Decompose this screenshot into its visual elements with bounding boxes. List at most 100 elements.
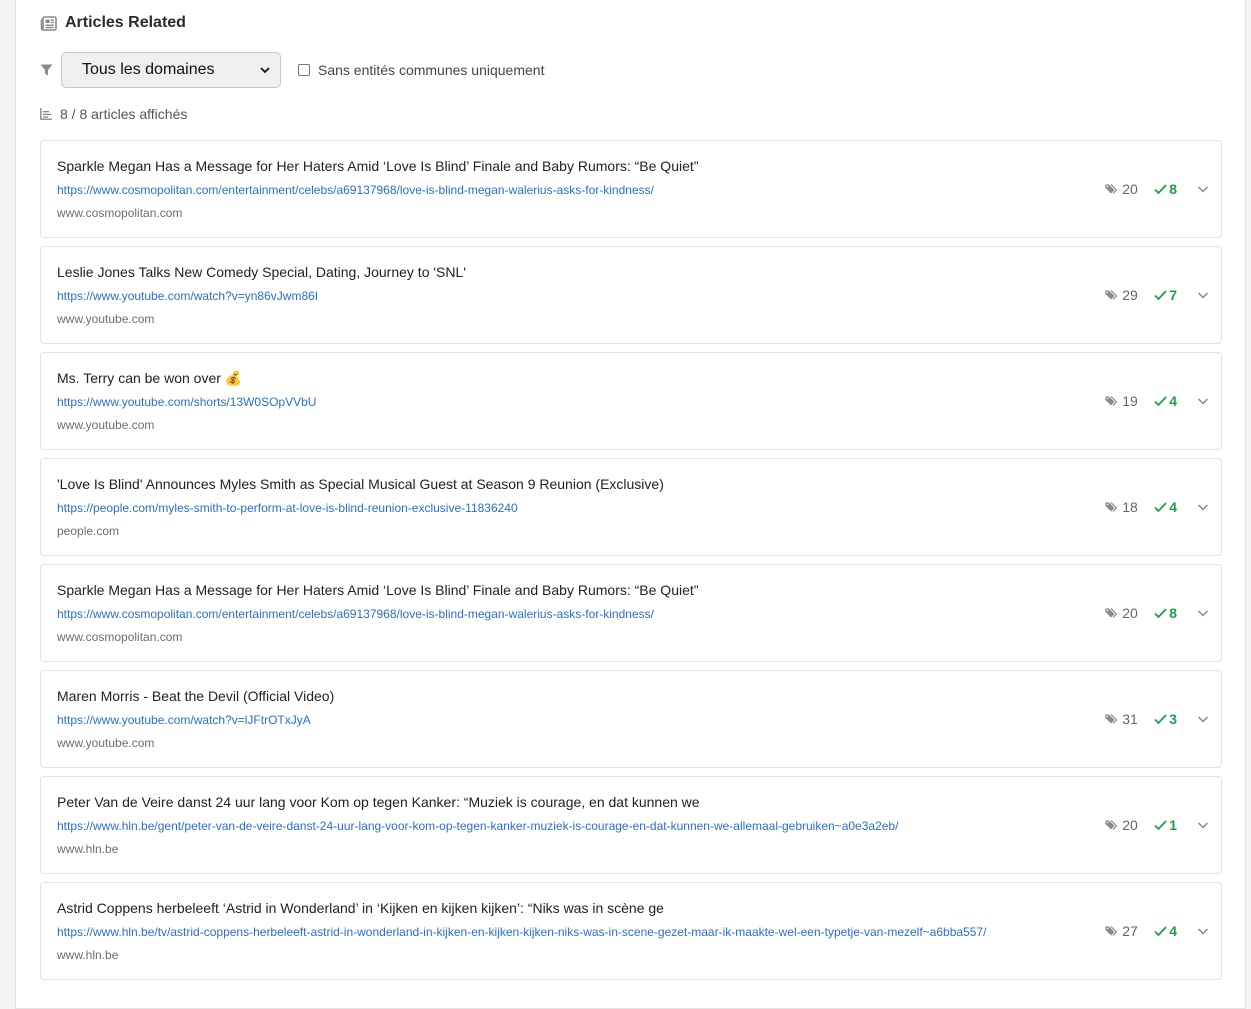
article-link[interactable]: https://www.youtube.com/watch?v=lJFtrOTx… <box>57 713 311 727</box>
article-title: 'Love Is Blind' Announces Myles Smith as… <box>57 476 664 492</box>
article-link[interactable]: https://people.com/myles-smith-to-perfor… <box>57 501 518 515</box>
article-count: 8 / 8 articles affichés <box>40 105 187 123</box>
article-link[interactable]: https://www.youtube.com/watch?v=yn86vJwm… <box>57 289 318 303</box>
chevron-down-icon[interactable] <box>1197 925 1209 937</box>
article-link[interactable]: https://www.youtube.com/shorts/13W0SOpVV… <box>57 395 316 409</box>
check-icon <box>1154 713 1167 725</box>
article-title: Astrid Coppens herbeleeft ‘Astrid in Won… <box>57 900 664 916</box>
article-card[interactable]: Peter Van de Veire danst 24 uur lang voo… <box>40 776 1222 874</box>
article-domain: www.youtube.com <box>57 312 155 326</box>
article-title: Sparkle Megan Has a Message for Her Hate… <box>57 582 699 598</box>
filter-icon <box>40 64 53 76</box>
article-stats: 19 4 <box>1105 391 1209 411</box>
article-title: Ms. Terry can be won over 💰 <box>57 370 243 386</box>
article-link[interactable]: https://www.hln.be/gent/peter-van-de-vei… <box>57 819 898 833</box>
check-icon <box>1154 819 1167 831</box>
entity-count: 19 <box>1122 393 1138 409</box>
common-entities-filter[interactable]: Sans entités communes uniquement <box>298 62 544 78</box>
page-title: Articles Related <box>65 14 186 31</box>
check-icon <box>1154 501 1167 513</box>
match-badge: 8 <box>1154 605 1177 621</box>
related-articles-panel: Articles Related Tous les domaines Sans … <box>15 0 1246 1009</box>
domain-select[interactable]: Tous les domaines <box>61 52 281 88</box>
match-count: 4 <box>1169 393 1177 409</box>
article-card[interactable]: Astrid Coppens herbeleeft ‘Astrid in Won… <box>40 882 1222 980</box>
article-title: Maren Morris - Beat the Devil (Official … <box>57 688 335 704</box>
article-stats: 20 8 <box>1105 603 1209 623</box>
article-link[interactable]: https://www.cosmopolitan.com/entertainme… <box>57 183 654 197</box>
entity-count: 20 <box>1122 605 1138 621</box>
tag-icon <box>1105 501 1118 513</box>
article-card[interactable]: Maren Morris - Beat the Devil (Official … <box>40 670 1222 768</box>
panel-header: Articles Related <box>40 13 186 33</box>
check-icon <box>1154 183 1167 195</box>
article-count-text: 8 / 8 articles affichés <box>60 106 188 122</box>
tag-icon <box>1105 713 1118 725</box>
article-card[interactable]: Ms. Terry can be won over 💰 https://www.… <box>40 352 1222 450</box>
article-stats: 20 8 <box>1105 179 1209 199</box>
newspaper-icon <box>40 15 57 31</box>
article-card[interactable]: Leslie Jones Talks New Comedy Special, D… <box>40 246 1222 344</box>
article-link[interactable]: https://www.cosmopolitan.com/entertainme… <box>57 607 654 621</box>
tag-icon <box>1105 289 1118 301</box>
article-card[interactable]: Sparkle Megan Has a Message for Her Hate… <box>40 564 1222 662</box>
article-card[interactable]: Sparkle Megan Has a Message for Her Hate… <box>40 140 1222 238</box>
domain-select-value: Tous les domaines <box>82 61 215 78</box>
article-stats: 27 4 <box>1105 921 1209 941</box>
match-badge: 4 <box>1154 923 1177 939</box>
common-entities-checkbox[interactable] <box>298 64 310 76</box>
article-domain: www.youtube.com <box>57 418 155 432</box>
match-badge: 1 <box>1154 817 1177 833</box>
common-entities-label: Sans entités communes uniquement <box>318 62 545 78</box>
filter-bar: Tous les domaines Sans entités communes … <box>40 52 544 88</box>
check-icon <box>1154 289 1167 301</box>
entity-count: 27 <box>1122 923 1138 939</box>
article-link[interactable]: https://www.hln.be/tv/astrid-coppens-her… <box>57 925 986 939</box>
article-domain: www.youtube.com <box>57 736 155 750</box>
match-count: 8 <box>1169 605 1177 621</box>
match-count: 4 <box>1169 923 1177 939</box>
article-domain: people.com <box>57 524 120 538</box>
article-stats: 18 4 <box>1105 497 1209 517</box>
match-count: 4 <box>1169 499 1177 515</box>
article-stats: 20 1 <box>1105 815 1209 835</box>
list-count-icon <box>40 108 52 120</box>
article-domain: www.hln.be <box>57 842 119 856</box>
article-domain: www.cosmopolitan.com <box>57 206 183 220</box>
entity-count: 18 <box>1122 499 1138 515</box>
article-stats: 29 7 <box>1105 285 1209 305</box>
chevron-down-icon[interactable] <box>1197 289 1209 301</box>
tag-icon <box>1105 395 1118 407</box>
match-badge: 8 <box>1154 181 1177 197</box>
chevron-down-icon[interactable] <box>1197 183 1209 195</box>
tag-icon <box>1105 819 1118 831</box>
chevron-down-icon[interactable] <box>1197 501 1209 513</box>
article-title: Leslie Jones Talks New Comedy Special, D… <box>57 264 466 280</box>
article-domain: www.cosmopolitan.com <box>57 630 183 644</box>
article-card[interactable]: 'Love Is Blind' Announces Myles Smith as… <box>40 458 1222 556</box>
article-title: Peter Van de Veire danst 24 uur lang voo… <box>57 794 700 810</box>
check-icon <box>1154 395 1167 407</box>
match-badge: 3 <box>1154 711 1177 727</box>
tag-icon <box>1105 925 1118 937</box>
article-list: Sparkle Megan Has a Message for Her Hate… <box>40 140 1222 988</box>
chevron-down-icon[interactable] <box>1197 607 1209 619</box>
match-badge: 7 <box>1154 287 1177 303</box>
match-count: 7 <box>1169 287 1177 303</box>
match-badge: 4 <box>1154 499 1177 515</box>
article-domain: www.hln.be <box>57 948 119 962</box>
article-stats: 31 3 <box>1105 709 1209 729</box>
chevron-down-icon <box>260 66 270 74</box>
entity-count: 29 <box>1122 287 1138 303</box>
tag-icon <box>1105 607 1118 619</box>
chevron-down-icon[interactable] <box>1197 713 1209 725</box>
match-badge: 4 <box>1154 393 1177 409</box>
chevron-down-icon[interactable] <box>1197 395 1209 407</box>
entity-count: 20 <box>1122 817 1138 833</box>
tag-icon <box>1105 183 1118 195</box>
article-title: Sparkle Megan Has a Message for Her Hate… <box>57 158 699 174</box>
chevron-down-icon[interactable] <box>1197 819 1209 831</box>
check-icon <box>1154 925 1167 937</box>
match-count: 8 <box>1169 181 1177 197</box>
match-count: 3 <box>1169 711 1177 727</box>
